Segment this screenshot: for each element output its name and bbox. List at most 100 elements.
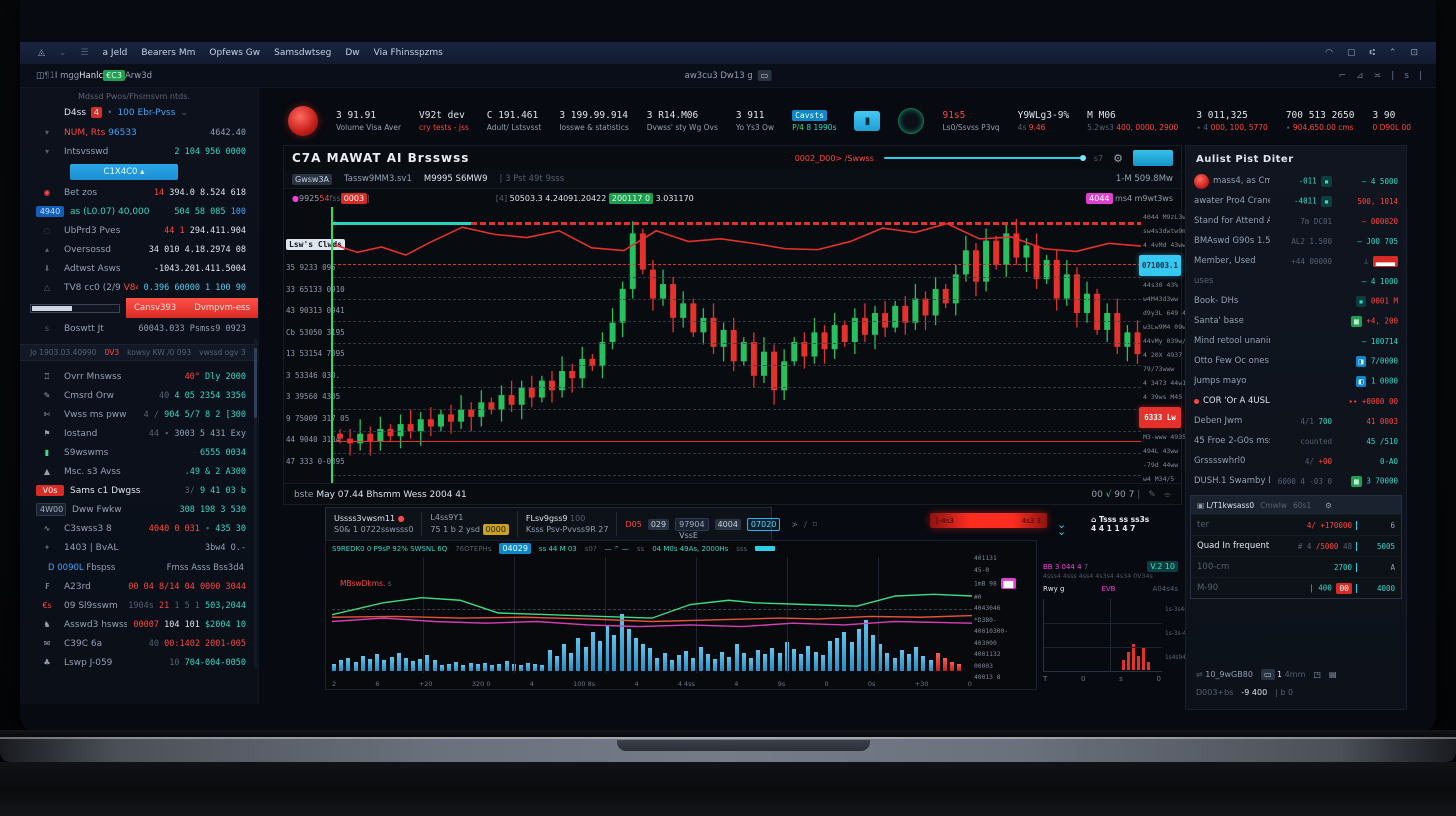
line-icon[interactable]: ∕ <box>804 520 807 529</box>
sidebar-row[interactable]: €s09 Sl9sswm1904s 21 1 5 1 503,2044 <box>20 596 258 615</box>
watchlist-row[interactable]: DUSH.1 Swamby D-0 L-rd6000 4 -03 0▦ 3 70… <box>1186 471 1406 491</box>
watchlist-row[interactable]: awater Pro4 Cranes-4011 ▪500, 1014 <box>1186 191 1406 211</box>
gear-icon[interactable]: ⚙ <box>1325 501 1332 510</box>
indicator-panel[interactable]: S9REDK0 0 P9sP 92% SWSNL 6Q76OTEPHs04029… <box>325 540 1037 690</box>
watchlist-row[interactable]: uses— 4 1000 <box>1186 271 1406 291</box>
subpanel-row[interactable]: 100-cm2700A <box>1191 556 1401 577</box>
gear-icon[interactable]: ⚙ <box>1113 152 1123 165</box>
eraser-icon[interactable]: ⌑ <box>813 520 817 529</box>
draw-icon[interactable]: ≯ <box>791 520 798 529</box>
window-icon[interactable]: ▢ <box>1347 48 1356 58</box>
toolbar-icon-1[interactable]: ⊿ <box>1356 71 1364 81</box>
sidebar-row[interactable]: ◌UbPrd3 Pves44 1 294.411.904 <box>20 221 258 240</box>
toolbar-icon-3[interactable]: | <box>1391 71 1394 81</box>
sidebar-row[interactable]: ✉C39C 6a40 00:1402 2001-005 <box>20 634 258 653</box>
watchlist-row[interactable]: Mind retool unanimous— 100714 <box>1186 331 1406 351</box>
row-label: Asswd3 hswss <box>64 620 127 630</box>
chart-tab-3[interactable]: | 3 Pst 49t 9sss <box>500 174 565 184</box>
candlestick-plot[interactable] <box>331 207 1141 483</box>
menu-item-3[interactable]: Samsdwtseg <box>274 48 331 58</box>
indicator-cell-1[interactable]: L4ss9Y175 1 b 2 ysd 0000 <box>422 511 518 537</box>
sidebar-row[interactable]: ▾NUM, Rts 965334642.40 <box>20 123 258 142</box>
sidebar-row[interactable]: ✦1403 | BvAL3bw4 O.- <box>20 538 258 557</box>
toolbar-icon-5[interactable]: | <box>1419 71 1422 81</box>
sidebar-row[interactable]: 4940as (L0.07) 40,000504 58 085 100 <box>20 202 258 221</box>
list-icon[interactable]: ☰ <box>80 48 88 58</box>
ticker-play-button[interactable]: ▮ <box>854 111 880 131</box>
chart-action-button[interactable] <box>1133 150 1173 166</box>
caret-icon[interactable]: ⌃ <box>1389 48 1397 58</box>
subpanel-row[interactable]: Quad In frequent# 4 /5000 485005 <box>1191 535 1401 556</box>
watchlist-row[interactable]: 45 Froe 2-G0s msscounted45 /510 <box>1186 431 1406 451</box>
pager-row[interactable]: ⇌ 10_9wGB80▭ 1 4mm◳▤ <box>1186 665 1406 684</box>
indicator-cell-2[interactable]: FLsv9gss9 100Ksss Psv-Pvvss9R 27 <box>518 512 618 536</box>
watchlist-row[interactable]: Member, Used+44 00000⟂ ▃▃▃▃ <box>1186 251 1406 271</box>
sidebar-row[interactable]: ▾Intsvsswd2 104 956 0000 <box>20 142 258 161</box>
sidebar-row[interactable]: ♖Ovrr Mnswss40° Dly 2000 <box>20 367 258 386</box>
sidebar-row[interactable]: ♣Lswp J-05910 704-004-0050 <box>20 653 258 672</box>
sidebar-row[interactable]: sBoswtt Jt60043.033 Psmss9 0923 <box>20 319 258 338</box>
print-icon[interactable]: ▤ <box>1329 670 1337 679</box>
sidebar-row[interactable]: △TV8 cc0 (2/9 V84.1980.396 60000 1 100 9… <box>20 278 258 297</box>
menu-item-4[interactable]: Dw <box>345 48 359 58</box>
copy-icon[interactable]: ◳ <box>1313 670 1321 679</box>
sidebar-row[interactable]: ♞Asswd3 hswss00007 104 101 $2004 10 <box>20 615 258 634</box>
slider-handle[interactable] <box>1080 155 1086 161</box>
address-display[interactable]: aw3cu3 Dw13 g▭ <box>685 70 772 81</box>
watchlist-row[interactable]: BMAswd G90s 1.5mgAL2 1.500— J00 705 <box>1186 231 1406 251</box>
menu-item-1[interactable]: Bearers Mm <box>141 48 195 58</box>
sidebar-row[interactable]: ◉Bet zos14 394.0 8.524 618 <box>20 183 258 202</box>
alert-price-badge[interactable]: 6333 Lw <box>1139 407 1181 428</box>
menu-item-5[interactable]: Via Fhinsspzms <box>374 48 443 58</box>
text-part: 4mm <box>1282 670 1305 679</box>
sidebar-row[interactable]: ✄Vwss ms pww4 / 904 5/7 8 2 [300 <box>20 405 258 424</box>
panels-icon[interactable]: ⑆ <box>1370 48 1375 58</box>
range-slider[interactable] <box>884 157 1084 159</box>
chart-header-note: 0002_D00> /Swwss <box>795 154 874 163</box>
alert-bar[interactable]: [-4s34s3 3 <box>930 513 1047 528</box>
primary-action-button[interactable]: C1X4C0 ▴ <box>70 164 178 180</box>
watchlist-row[interactable]: COR 'Or A 4USL1 s∙∙ +0000 00 <box>1186 391 1406 411</box>
chevron-down-icon[interactable]: ⌄ <box>59 48 67 58</box>
subpanel-header[interactable]: ▣ L/T1kwsass0Cmwlw60s1⚙ <box>1191 496 1401 514</box>
chart-tab-2[interactable]: M9995 S6MW9 <box>424 174 488 184</box>
sidebar-row[interactable]: ▴Oversossd34 010 4.18.2974 08 <box>20 240 258 259</box>
menu-item-2[interactable]: Opfews Gw <box>209 48 260 58</box>
watchlist-row[interactable]: Grsssswhrl04/ +000-A0 <box>1186 451 1406 471</box>
subpanel-row[interactable]: ter4/ +1700006 <box>1191 514 1401 535</box>
sidebar-row[interactable]: V0sSams c1 Dwgss3/ 9 41 03 b <box>20 481 258 500</box>
watchlist-row[interactable]: Deben Jwm4/1 70041 0003 <box>1186 411 1406 431</box>
grid-icon[interactable]: ⊡ <box>1410 48 1418 58</box>
sidebar-row[interactable]: ⬇Adtwst Asws-1043.201.411.5004 <box>20 259 258 278</box>
subpanel-row[interactable]: M-90| 400 004000 <box>1191 577 1401 598</box>
sidebar-row[interactable]: ∿C3swss3 84040 0 031 ∙ 435 30 <box>20 519 258 538</box>
toolbar-icon-0[interactable]: ⌐ <box>1339 71 1347 81</box>
watchlist-row[interactable]: Stand for Attend AN7m DC01— 000020 <box>1186 211 1406 231</box>
footer-icons[interactable]: | b 0 <box>1275 688 1293 697</box>
watchlist-row[interactable]: mass4, as Cm-011 ▪— 4 5000 <box>1186 171 1406 191</box>
watchlist-row[interactable]: Book- DHs▪ 0001 M <box>1186 291 1406 311</box>
danger-button[interactable]: Cansv393Dvmpvm-ess <box>126 298 258 318</box>
indicator-cell-0[interactable]: Ussss3vwsm11 ●S0& 1 0722sswsss0 <box>326 512 422 536</box>
sidebar-row[interactable]: ₣A23rd00 04 8/14 04 0000 3044 <box>20 577 258 596</box>
chart-tab-0[interactable]: Gwsw3A <box>292 174 332 185</box>
sidebar-row[interactable]: ⚑Iostand44 ∙ 3003 5 431 Exy <box>20 424 258 443</box>
watchlist-row[interactable]: Jumps mayo◧ 1 0000 <box>1186 371 1406 391</box>
current-price-badge[interactable]: 071003.1 <box>1139 255 1181 276</box>
sidebar-row[interactable]: ▲Msc. s3 Avss.49 & 2 A300 <box>20 462 258 481</box>
toolbar-icon-2[interactable]: ≍ <box>1374 71 1382 81</box>
ruler-icon[interactable]: ⌯ <box>1164 490 1171 500</box>
sidebar-header[interactable]: D4ss4•100 Ebr-Pvss⌄ <box>20 103 258 123</box>
sidebar-row[interactable]: 4W00Dww Fwkw308 198 3 530 <box>20 500 258 519</box>
watchlist-row[interactable]: Otto Few Oc ones◨ 7/0000 <box>1186 351 1406 371</box>
menu-item-0[interactable]: a Jeld <box>103 48 128 58</box>
sidebar-scrollbar-thumb[interactable] <box>254 348 257 418</box>
toolbar-icon-4[interactable]: s <box>1404 71 1409 81</box>
sidebar-row[interactable]: ✎Cmsrd Orw40 4 05 2354 3356 <box>20 386 258 405</box>
watchlist-row[interactable]: Santa' base▦ +4, 200 <box>1186 311 1406 331</box>
sidebar-row[interactable]: ▮S9wswms6555 0034 <box>20 443 258 462</box>
chart-tab-1[interactable]: Tassw9MM3.sv1 <box>344 174 412 184</box>
chevron-down-icon[interactable]: ⌄⌄ <box>1057 521 1066 535</box>
edit-icon[interactable]: ✎ <box>1148 490 1156 500</box>
cloud-icon[interactable]: ◠ <box>1325 48 1333 58</box>
